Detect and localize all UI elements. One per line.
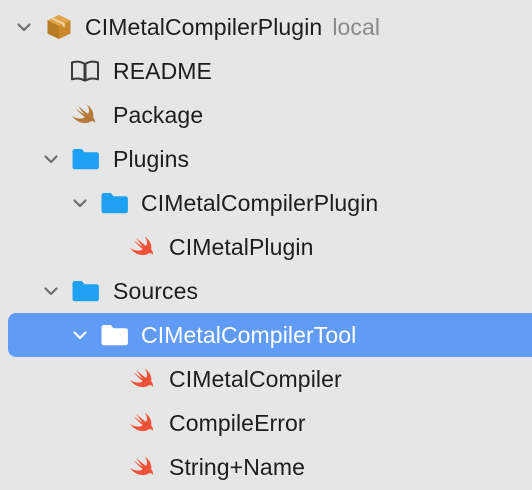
list-item-plugins[interactable]: Plugins xyxy=(0,137,532,181)
swift-file-icon xyxy=(128,357,158,401)
list-item-label: String+Name xyxy=(169,454,305,480)
list-item-package[interactable]: Package xyxy=(0,93,532,137)
list-item-label: CIMetalCompilerPlugin xyxy=(141,190,379,216)
folder-icon xyxy=(99,181,131,225)
list-item-label: Sources xyxy=(113,278,199,304)
swift-file-icon xyxy=(128,445,158,489)
list-item-compileerror[interactable]: CompileError xyxy=(0,401,532,445)
list-item-label: CIMetalCompilerTool xyxy=(141,322,357,348)
book-icon xyxy=(70,49,102,93)
list-item-label: CIMetalCompiler xyxy=(169,366,342,392)
list-item-label: CIMetalPlugin xyxy=(169,234,314,260)
folder-icon xyxy=(70,269,102,313)
chevron-down-icon[interactable] xyxy=(72,313,88,357)
list-item-readme[interactable]: README xyxy=(0,49,532,93)
list-item-cimetalplugin[interactable]: CIMetalPlugin xyxy=(0,225,532,269)
swift-file-icon xyxy=(128,401,158,445)
list-item-cimetalcompilertool[interactable]: CIMetalCompilerTool xyxy=(8,313,532,357)
project-title: CIMetalCompilerPlugin local xyxy=(85,5,380,49)
project-row[interactable]: CIMetalCompilerPlugin local xyxy=(0,5,532,49)
chevron-down-icon[interactable] xyxy=(16,5,32,49)
list-item-label: Plugins xyxy=(113,146,190,172)
list-item-label: README xyxy=(113,58,213,84)
swift-package-icon xyxy=(70,93,100,137)
swift-file-icon xyxy=(128,225,158,269)
list-item-label: Package xyxy=(113,102,204,128)
project-name: CIMetalCompilerPlugin xyxy=(85,14,323,40)
folder-icon xyxy=(70,137,102,181)
local-badge: local xyxy=(332,14,381,40)
list-item-cimetalcompilerplugin[interactable]: CIMetalCompilerPlugin xyxy=(0,181,532,225)
chevron-down-icon[interactable] xyxy=(72,181,88,225)
chevron-down-icon[interactable] xyxy=(43,269,59,313)
folder-icon xyxy=(99,313,131,357)
list-item-sources[interactable]: Sources xyxy=(0,269,532,313)
list-item-label: CompileError xyxy=(169,410,306,436)
list-item-string-name[interactable]: String+Name xyxy=(0,445,532,489)
package-box-icon xyxy=(45,5,75,49)
list-item-cimetalcompiler[interactable]: CIMetalCompiler xyxy=(0,357,532,401)
chevron-down-icon[interactable] xyxy=(43,137,59,181)
